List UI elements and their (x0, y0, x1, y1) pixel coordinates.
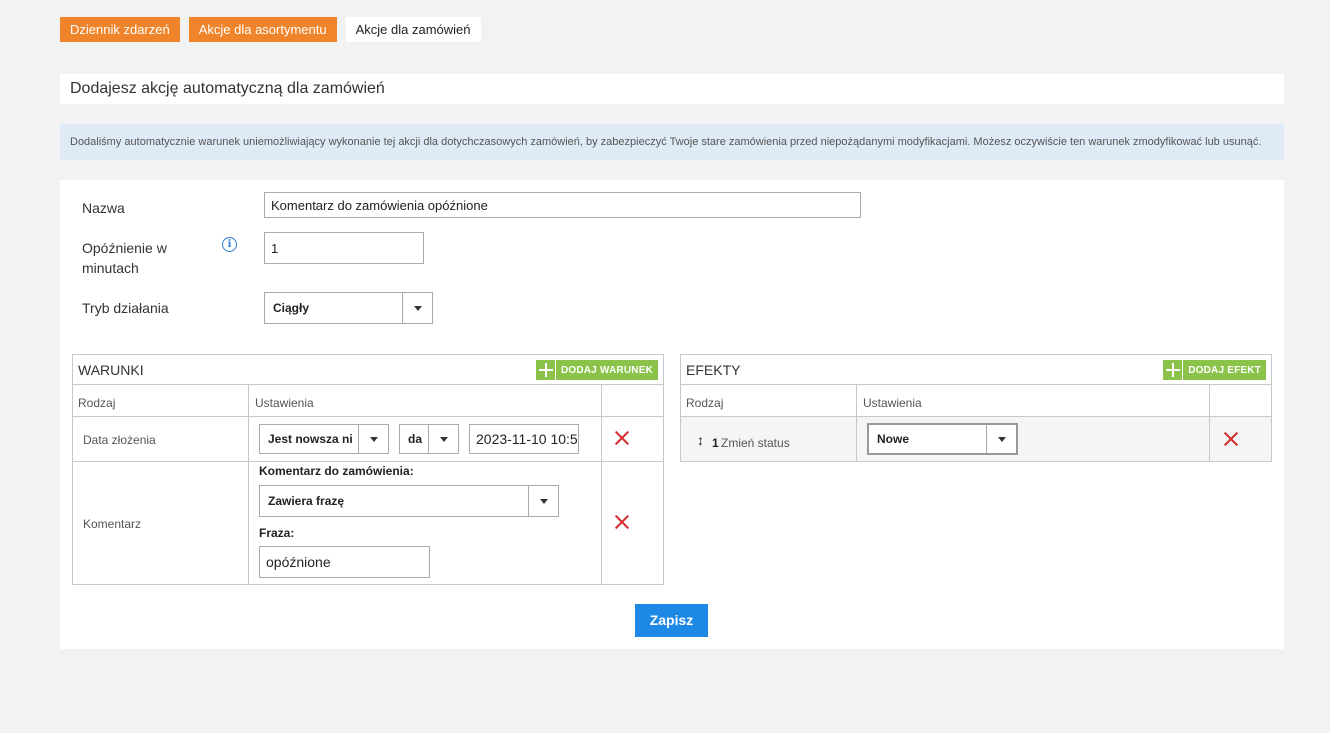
divider (73, 416, 663, 417)
effects-col-settings: Ustawienia (863, 396, 922, 410)
effect-status-value: Nowe (877, 432, 910, 446)
effects-box: EFEKTY DODAJ EFEKT Rodzaj Ustawienia ↕ 1… (680, 354, 1272, 462)
tab-event-log[interactable]: Dziennik zdarzeń (60, 17, 180, 42)
mode-select-value: Ciągły (273, 301, 310, 315)
condition-match-select[interactable]: Zawiera frazę (259, 485, 559, 517)
chevron-down-icon (358, 425, 388, 453)
conditions-col-type: Rodzaj (78, 396, 116, 410)
condition-type-date: Data złożenia (83, 433, 156, 447)
condition-unit-select[interactable]: da (399, 424, 459, 454)
effects-title: EFEKTY (686, 362, 741, 378)
chevron-down-icon (402, 293, 432, 323)
conditions-header: WARUNKI DODAJ WARUNEK (73, 355, 663, 385)
chevron-down-icon (428, 425, 458, 453)
save-button[interactable]: Zapisz (635, 604, 708, 637)
info-message: Dodaliśmy automatycznie warunek uniemożl… (60, 124, 1284, 160)
conditions-title: WARUNKI (78, 362, 144, 378)
condition-type-comment: Komentarz (83, 517, 142, 531)
add-effect-label: DODAJ EFEKT (1188, 364, 1261, 376)
delete-effect-icon[interactable] (1223, 431, 1239, 447)
chevron-down-icon (986, 425, 1016, 453)
plus-icon (536, 360, 556, 380)
divider (73, 461, 663, 462)
condition-phrase-input[interactable] (259, 546, 430, 578)
divider (601, 385, 602, 584)
delay-label-line1: Opóźnienie w (82, 240, 167, 256)
conditions-box: WARUNKI DODAJ WARUNEK Rodzaj Ustawienia … (72, 354, 664, 585)
plus-icon (1163, 360, 1184, 380)
name-input[interactable] (264, 192, 861, 218)
drag-handle-icon[interactable]: ↕ (697, 432, 704, 448)
condition-date-input[interactable] (469, 424, 579, 454)
tab-product-actions[interactable]: Akcje dla asortymentu (188, 17, 337, 42)
info-icon[interactable]: i (222, 237, 237, 252)
condition-phrase-label: Fraza: (259, 526, 295, 540)
effects-header: EFEKTY DODAJ EFEKT (681, 355, 1271, 385)
mode-select[interactable]: Ciągły (264, 292, 433, 324)
top-tabs: Dziennik zdarzeń Akcje dla asortymentu A… (60, 17, 481, 42)
delay-label: Opóźnienie w minutach (82, 238, 167, 278)
tab-order-actions[interactable]: Akcje dla zamówień (345, 17, 481, 42)
condition-operator-value: Jest nowsza ni (268, 432, 353, 446)
delay-label-line2: minutach (82, 260, 139, 276)
chevron-down-icon (528, 486, 558, 516)
form-panel: Nazwa Opóźnienie w minutach i Tryb dział… (60, 180, 1284, 649)
divider (248, 385, 249, 584)
effect-type: Zmień status (721, 436, 790, 450)
effects-col-type: Rodzaj (686, 396, 724, 410)
delete-condition-date-icon[interactable] (614, 430, 630, 446)
condition-comment-label: Komentarz do zamówienia: (259, 464, 414, 478)
delete-condition-comment-icon[interactable] (614, 514, 630, 530)
conditions-col-settings: Ustawienia (255, 396, 314, 410)
effect-status-select[interactable]: Nowe (867, 423, 1018, 455)
delay-input[interactable] (264, 232, 424, 264)
add-effect-button[interactable]: DODAJ EFEKT (1163, 360, 1266, 380)
condition-match-value: Zawiera frazę (268, 494, 345, 508)
mode-label: Tryb działania (82, 300, 169, 316)
add-condition-label: DODAJ WARUNEK (560, 364, 653, 376)
page-title: Dodajesz akcję automatyczną dla zamówień (60, 74, 1284, 104)
effect-row-bg (1210, 417, 1271, 461)
effect-order: 1 (712, 436, 719, 450)
condition-operator-select[interactable]: Jest nowsza ni (259, 424, 389, 454)
name-label: Nazwa (82, 200, 125, 216)
condition-unit-value: da (408, 432, 423, 446)
add-condition-button[interactable]: DODAJ WARUNEK (535, 360, 658, 380)
